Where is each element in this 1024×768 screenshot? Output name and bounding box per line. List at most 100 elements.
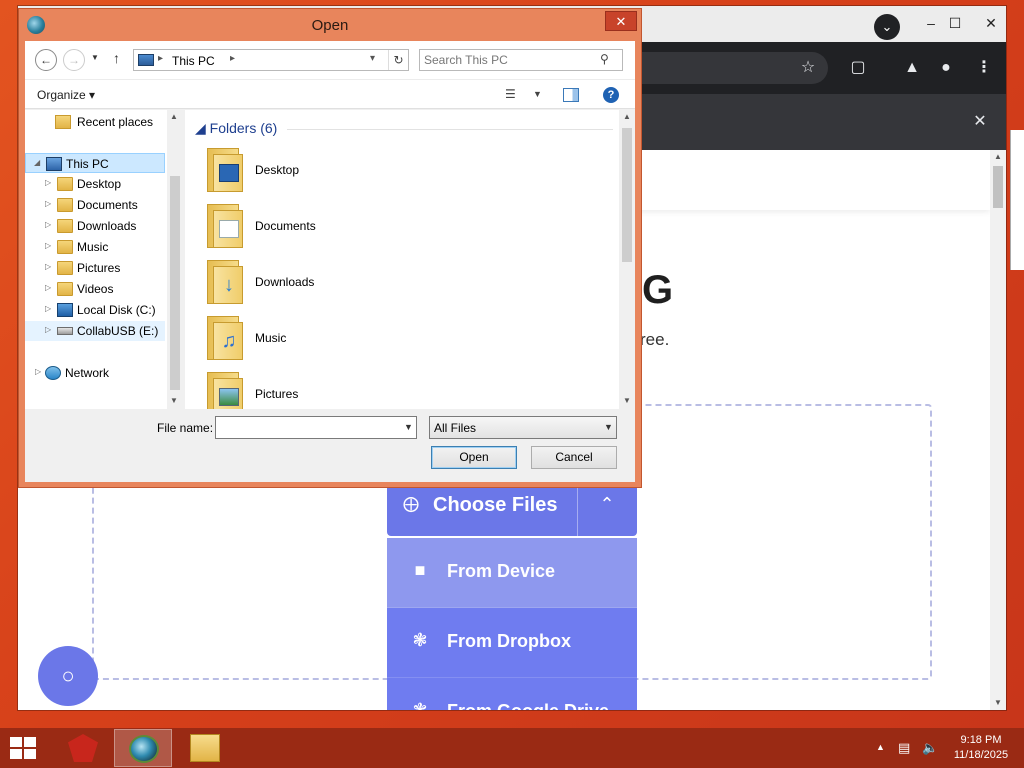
menu-item-from-dropbox[interactable]: ❃ From Dropbox [387, 608, 637, 678]
tree-item-network[interactable]: ▷ Network [35, 363, 165, 383]
tree-item-label: Downloads [77, 219, 137, 233]
collapsed-arrow-icon[interactable]: ▷ [45, 325, 55, 334]
scroll-thumb[interactable] [622, 128, 632, 262]
organize-button[interactable]: Organize ▾ [37, 88, 95, 102]
tree-item-downloads[interactable]: ▷ Downloads [45, 216, 165, 236]
chevron-down-icon[interactable]: ▼ [533, 89, 542, 99]
collapsed-arrow-icon[interactable]: ▷ [45, 304, 55, 313]
collapsed-arrow-icon[interactable]: ▷ [45, 178, 55, 187]
tree-item-local-disk[interactable]: ▷ Local Disk (C:) [45, 300, 165, 320]
tree-item-documents[interactable]: ▷ Documents [45, 195, 165, 215]
profile-icon[interactable]: ● [932, 54, 960, 82]
chat-icon[interactable]: ○ [38, 646, 98, 706]
collapsed-arrow-icon[interactable]: ▷ [45, 220, 55, 229]
file-type-select[interactable]: All Files ▼ [429, 416, 617, 439]
labs-icon[interactable]: ▲ [898, 54, 926, 82]
extensions-icon[interactable]: ▢ [844, 54, 872, 82]
menu-icon[interactable]: ⋮ [970, 54, 998, 82]
chevron-down-icon[interactable]: ⌄ [874, 14, 900, 40]
open-button[interactable]: Open [431, 446, 517, 469]
scroll-up-icon[interactable]: ▲ [990, 150, 1006, 164]
file-name-combo[interactable]: ▼ [215, 416, 417, 439]
maximize-button[interactable]: ☐ [938, 10, 972, 36]
recent-locations-chevron-icon[interactable]: ▼ [91, 53, 99, 62]
scroll-up-icon[interactable]: ▲ [170, 112, 178, 121]
clock-date: 11/18/2025 [953, 749, 1009, 761]
navigation-scrollbar[interactable]: ▲ ▼ [167, 110, 183, 409]
menu-item-from-device[interactable]: ■ From Device [387, 538, 637, 608]
forward-arrow-icon[interactable]: → [63, 49, 85, 71]
address-box[interactable]: ▸ This PC ▸ ▾ ↻ [133, 49, 409, 71]
menu-item-label: From Dropbox [447, 631, 571, 651]
chevron-right-icon[interactable]: ▸ [158, 53, 163, 64]
chevron-right-icon[interactable]: ▸ [230, 53, 235, 64]
collapsed-arrow-icon[interactable]: ▷ [35, 367, 45, 376]
network-icon[interactable]: ▤ [898, 740, 910, 756]
chevron-up-icon[interactable]: ⌃ [591, 494, 623, 515]
folder-icon: ■ [414, 560, 426, 580]
close-button[interactable]: ✕ [974, 10, 1008, 36]
scroll-down-icon[interactable]: ▼ [170, 396, 178, 405]
taskbar-app-file-explorer[interactable] [176, 729, 234, 767]
cancel-button[interactable]: Cancel [531, 446, 617, 469]
search-icon[interactable]: ⚲ [600, 52, 609, 66]
scroll-thumb[interactable] [170, 176, 180, 390]
file-name-input[interactable] [219, 420, 399, 435]
preview-pane-icon[interactable] [563, 88, 579, 102]
search-box[interactable]: ⚲ [419, 49, 623, 71]
tree-item-music[interactable]: ▷ Music [45, 237, 165, 257]
collapsed-arrow-icon[interactable]: ▷ [45, 262, 55, 271]
scroll-up-icon[interactable]: ▲ [623, 112, 631, 121]
expanded-arrow-icon[interactable]: ◢ [34, 158, 44, 167]
tree-item-desktop[interactable]: ▷ Desktop [45, 174, 165, 194]
back-arrow-icon[interactable]: ← [35, 49, 57, 71]
tree-item-pictures[interactable]: ▷ Pictures [45, 258, 165, 278]
dialog-titlebar[interactable]: Open ✕ [19, 9, 641, 41]
close-button[interactable]: ✕ [605, 11, 637, 31]
system-clock[interactable]: 9:18 PM 11/18/2025 [946, 733, 1016, 763]
collapsed-arrow-icon[interactable]: ▷ [45, 283, 55, 292]
page-scrollbar[interactable]: ▲ ▼ [990, 150, 1006, 710]
folder-item-desktop[interactable]: Desktop [205, 146, 505, 196]
chevron-down-icon[interactable]: ▾ [370, 53, 375, 64]
chevron-down-icon[interactable]: ▼ [404, 422, 413, 432]
music-folder-icon: ♫ [205, 316, 243, 360]
tree-item-recent-places[interactable]: Recent places [45, 112, 165, 132]
search-input[interactable] [424, 52, 594, 68]
tree-item-collabusb[interactable]: ▷ CollabUSB (E:) [25, 321, 165, 341]
collapsed-arrow-icon[interactable]: ▷ [45, 241, 55, 250]
volume-muted-icon[interactable]: 🔈 [922, 740, 938, 756]
scroll-down-icon[interactable]: ▼ [990, 696, 1006, 710]
collapsed-arrow-icon[interactable]: ▷ [45, 199, 55, 208]
tree-item-this-pc[interactable]: ◢ This PC [25, 153, 165, 173]
chevron-down-icon[interactable]: ▼ [604, 422, 613, 432]
star-icon[interactable]: ☆ [794, 54, 822, 82]
scroll-thumb[interactable] [993, 166, 1003, 208]
tree-item-label: Recent places [77, 115, 154, 129]
change-view-icon[interactable]: ☰ [505, 87, 516, 101]
tree-item-label: Network [65, 366, 110, 380]
folder-label: Pictures [255, 387, 299, 401]
menu-item-label: From Google Drive [447, 701, 609, 710]
folder-item-music[interactable]: ♫ Music [205, 314, 505, 364]
taskbar-app-browser[interactable] [114, 729, 172, 767]
scroll-down-icon[interactable]: ▼ [623, 396, 631, 405]
pc-icon [46, 157, 62, 171]
breadcrumb-this-pc[interactable]: This PC [172, 54, 215, 68]
refresh-icon[interactable]: ↻ [388, 50, 408, 70]
close-icon[interactable]: ✕ [966, 108, 994, 136]
show-hidden-icons-icon[interactable]: ▲ [876, 742, 885, 752]
up-arrow-icon[interactable]: ↑ [113, 50, 120, 66]
folder-item-pictures[interactable]: Pictures [205, 370, 505, 409]
help-icon[interactable]: ? [603, 87, 619, 103]
folder-item-downloads[interactable]: ↓ Downloads [205, 258, 505, 308]
windows-start-icon[interactable] [10, 737, 38, 761]
upload-source-menu: ■ From Device ❃ From Dropbox ❃ From Goog… [387, 538, 637, 710]
group-header[interactable]: ◢ Folders (6) [195, 120, 277, 137]
taskbar-app-red-icon[interactable] [54, 729, 112, 767]
menu-item-from-google-drive[interactable]: ❃ From Google Drive [387, 678, 637, 710]
tree-item-videos[interactable]: ▷ Videos [45, 279, 165, 299]
folder-item-documents[interactable]: Documents [205, 202, 505, 252]
usb-drive-icon [57, 327, 73, 335]
file-list-scrollbar[interactable]: ▲ ▼ [619, 110, 635, 409]
